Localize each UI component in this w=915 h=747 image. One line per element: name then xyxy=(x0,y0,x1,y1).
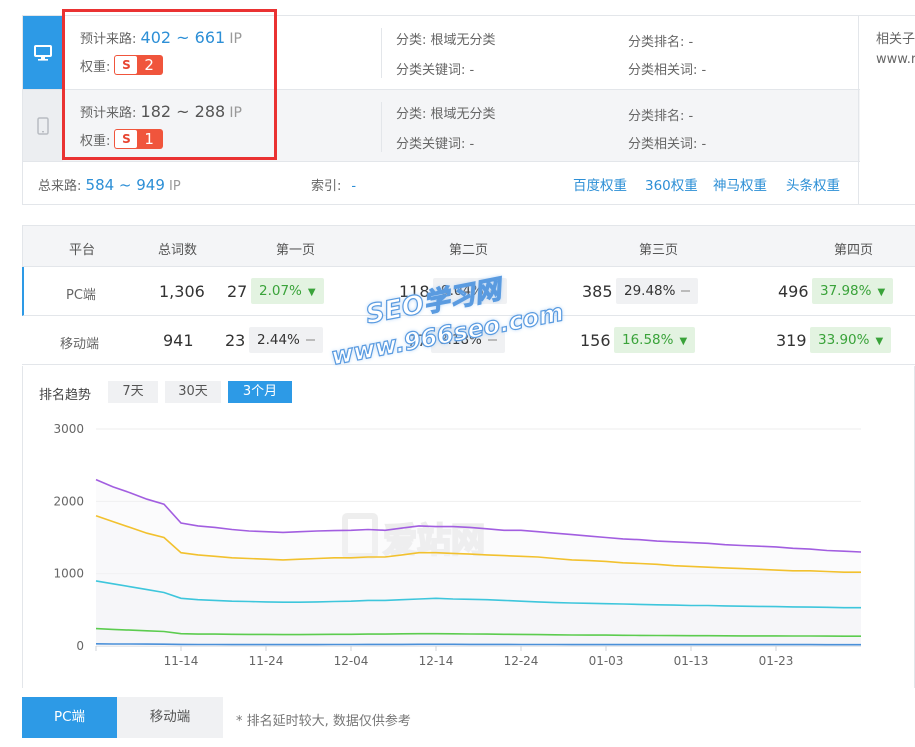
total-traffic: 总来路: 584 ~ 949 IP xyxy=(38,175,181,194)
x-tick-label: 12-14 xyxy=(419,654,454,668)
pc-category: 分类: 根域无分类 xyxy=(396,33,496,48)
page4-pct: 33.90% ▼ xyxy=(810,327,892,353)
trend-down-icon: ▼ xyxy=(307,287,316,298)
mobile-category-related: 分类相关词: - xyxy=(628,137,707,152)
total-ip-range: 584 ~ 949 xyxy=(85,176,165,194)
mobile-category: 分类: 根域无分类 xyxy=(396,107,496,122)
pc-category-keywords: 分类关键词: - xyxy=(396,63,475,78)
page4-count: 319 xyxy=(776,331,807,350)
th-page2: 第二页 xyxy=(449,243,489,258)
y-tick-label: 1000 xyxy=(53,567,84,581)
th-page1: 第一页 xyxy=(276,243,316,258)
row-total: 941 xyxy=(163,331,194,350)
row-total: 1,306 xyxy=(159,282,205,301)
page4-pct-value: 33.90% xyxy=(818,332,870,348)
tab-pc[interactable]: PC端 xyxy=(22,697,117,738)
total-traffic-label: 总来路: xyxy=(38,179,82,194)
page3-pct-value: 29.48% xyxy=(624,283,676,299)
x-tick-label: 01-23 xyxy=(759,654,794,668)
series-4-line[interactable] xyxy=(95,643,861,646)
row-platform: PC端 xyxy=(66,288,96,303)
highlight-box xyxy=(62,9,277,160)
x-tick-label: 11-24 xyxy=(249,654,284,668)
page3-pct: 29.48% xyxy=(616,278,699,304)
x-tick-label: 01-13 xyxy=(674,654,709,668)
x-tick-label: 12-24 xyxy=(504,654,539,668)
trend-flat-icon xyxy=(681,290,691,292)
index-count: 索引: - xyxy=(311,175,356,194)
trend-down-icon: ▼ xyxy=(679,336,688,347)
page3-pct: 16.58% ▼ xyxy=(614,327,696,353)
trend-flat-icon xyxy=(305,339,315,341)
desktop-icon xyxy=(23,16,63,89)
y-tick-label: 0 xyxy=(76,639,84,653)
x-tick-label: 11-14 xyxy=(164,654,199,668)
divider xyxy=(381,28,382,78)
page1-pct-value: 2.07% xyxy=(259,283,302,299)
page1-pct: 2.44% xyxy=(249,327,323,353)
tab-mobile[interactable]: 移动端 xyxy=(117,697,223,738)
x-tick-label: 12-04 xyxy=(334,654,369,668)
th-page3: 第三页 xyxy=(639,243,679,258)
page4-pct-value: 37.98% xyxy=(820,283,872,299)
page1-pct: 2.07% ▼ xyxy=(251,278,324,304)
page1-pct-value: 2.44% xyxy=(257,332,300,348)
divider xyxy=(381,102,382,152)
disclaimer-note: * 排名延时较大, 数据仅供参考 xyxy=(236,714,411,729)
related-subdomain-panel: 相关子 www.r xyxy=(858,15,915,205)
mobile-phone-icon xyxy=(23,90,63,161)
trend-down-icon: ▼ xyxy=(877,287,886,298)
page3-count: 385 xyxy=(582,282,613,301)
x-tick-label: 01-03 xyxy=(589,654,624,668)
ranking-trend-chart: 爱站网 010002000300011-14 11-24 12-04 12-14 12-… xyxy=(53,422,862,668)
total-ip-unit: IP xyxy=(169,179,181,194)
pc-category-related: 分类相关词: - xyxy=(628,63,707,78)
mobile-category-keywords: 分类关键词: - xyxy=(396,137,475,152)
trend-down-icon: ▼ xyxy=(875,336,884,347)
pc-category-rank: 分类排名: - xyxy=(628,35,694,50)
mobile-category-rank: 分类排名: - xyxy=(628,109,694,124)
page3-pct-value: 16.58% xyxy=(622,332,674,348)
page4-count: 496 xyxy=(778,282,809,301)
th-platform: 平台 xyxy=(69,243,96,258)
page4-pct: 37.98% ▼ xyxy=(812,278,894,304)
shenma-weight-link[interactable]: 神马权重 xyxy=(713,174,767,194)
index-value: - xyxy=(351,179,357,194)
toutiao-weight-link[interactable]: 头条权重 xyxy=(786,174,840,194)
baidu-weight-link[interactable]: 百度权重 xyxy=(573,174,627,194)
related-subdomain-label: 相关子 xyxy=(876,32,915,47)
y-tick-label: 2000 xyxy=(53,494,84,508)
page1-count: 27 xyxy=(227,282,248,301)
table-header: 平台 总词数 第一页 第二页 第三页 第四页 xyxy=(22,225,915,267)
th-page4: 第四页 xyxy=(834,243,874,258)
row-platform: 移动端 xyxy=(60,337,100,352)
y-tick-label: 3000 xyxy=(53,422,84,436)
th-total: 总词数 xyxy=(158,243,198,258)
page3-count: 156 xyxy=(580,331,611,350)
page1-count: 23 xyxy=(225,331,246,350)
related-subdomain-link[interactable]: www.r xyxy=(876,52,915,67)
ranking-trend-panel: 排名趋势 7天 30天 3个月 爱站网 0 1000 2000 3000 11-14 11… xyxy=(22,366,915,688)
index-label: 索引: xyxy=(311,179,342,194)
360-weight-link[interactable]: 360权重 xyxy=(645,174,698,194)
